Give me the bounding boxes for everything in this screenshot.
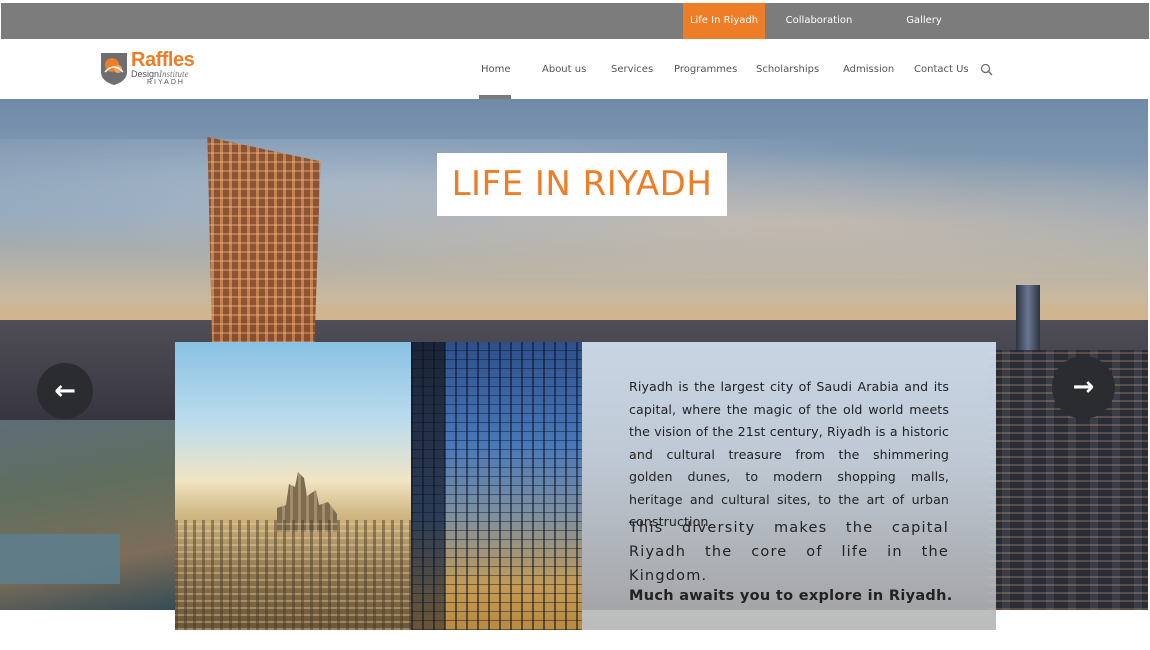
- nav-item-programmes[interactable]: Programmes: [674, 39, 737, 99]
- top-utility-bar: Life In Riyadh Collaboration Gallery: [1, 3, 1149, 39]
- photo-tower-edge: [411, 342, 445, 630]
- topbar-link-life-in-riyadh[interactable]: Life In Riyadh: [683, 3, 765, 39]
- logo-city: RIYADH: [147, 79, 185, 86]
- diversity-paragraph: This diversity makes the capital Riyadh …: [629, 520, 949, 584]
- photo-city-sprawl: [175, 520, 411, 630]
- explore-callout: Much awaits you to explore in Riyadh.: [629, 588, 953, 604]
- logo-subtitle: DesignInstitute: [131, 69, 189, 79]
- intro-paragraph: Riyadh is the largest city of Saudi Arab…: [629, 379, 949, 529]
- search-icon[interactable]: [980, 63, 993, 76]
- logo-shield-icon: [101, 53, 127, 85]
- nav-item-scholarships[interactable]: Scholarships: [756, 39, 819, 99]
- logo-subtitle-script: Institute: [159, 69, 189, 79]
- hero-title-box: LIFE IN RIYADH: [437, 153, 727, 216]
- hero-title: LIFE IN RIYADH: [451, 164, 713, 204]
- main-header: Raffles DesignInstitute RIYADH Home Abou…: [0, 39, 1150, 99]
- topbar-link-gallery[interactable]: Gallery: [893, 3, 955, 39]
- carousel-next-button[interactable]: →: [1052, 356, 1115, 419]
- site-logo[interactable]: Raffles DesignInstitute RIYADH: [99, 49, 209, 90]
- nav-item-services[interactable]: Services: [611, 39, 653, 99]
- arrow-right-icon: →: [1072, 372, 1095, 402]
- nav-item-contact-us[interactable]: Contact Us: [914, 39, 969, 99]
- glass-tower-photo: [411, 342, 582, 630]
- nav-item-admission[interactable]: Admission: [843, 39, 894, 99]
- topbar-link-collaboration[interactable]: Collaboration: [775, 3, 863, 39]
- nav-item-home[interactable]: Home: [481, 39, 511, 99]
- logo-subtitle-main: Design: [131, 69, 160, 79]
- nav-item-about-us[interactable]: About us: [542, 39, 586, 99]
- content-card: Riyadh is the largest city of Saudi Arab…: [175, 342, 996, 630]
- riyadh-skyline-photo: [175, 342, 411, 630]
- hero-water: [0, 534, 120, 584]
- carousel-prev-button[interactable]: ←: [37, 363, 93, 419]
- arrow-left-icon: ←: [54, 376, 76, 406]
- content-text-panel: Riyadh is the largest city of Saudi Arab…: [582, 342, 996, 630]
